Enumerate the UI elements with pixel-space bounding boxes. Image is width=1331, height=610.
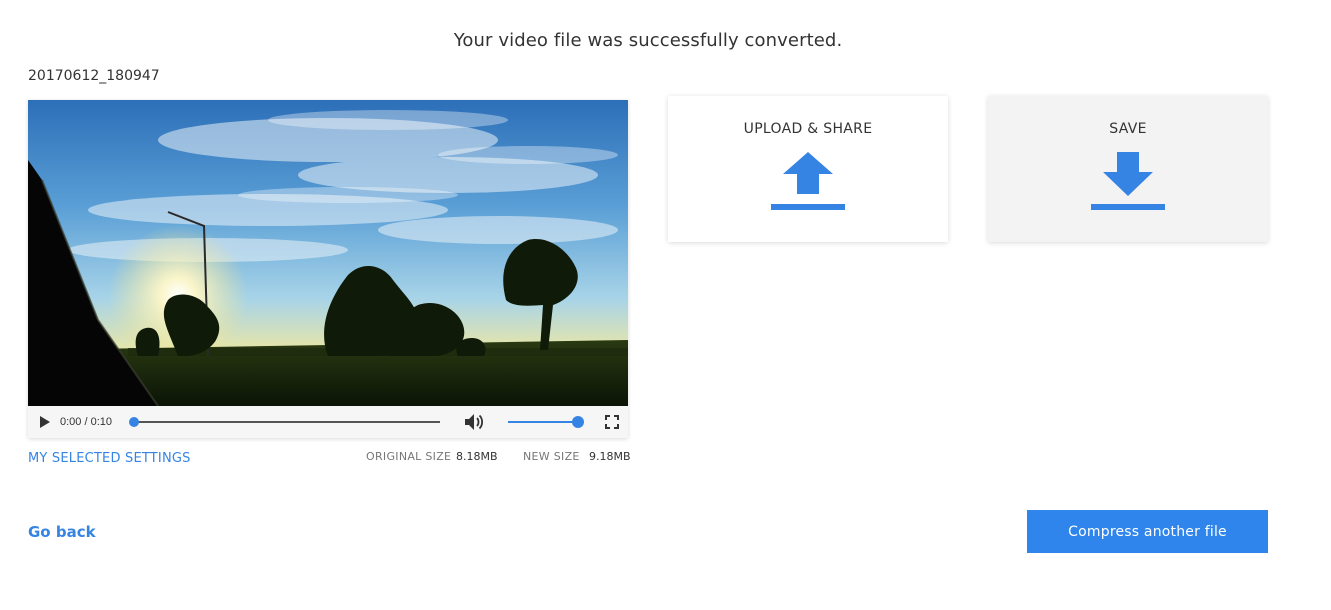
time-separator: /	[81, 416, 91, 428]
original-size-label: ORIGINAL SIZE	[366, 450, 452, 463]
fullscreen-button[interactable]	[601, 406, 623, 438]
conversion-result-page: Your video file was successfully convert…	[0, 0, 1331, 610]
video-preview[interactable]	[28, 100, 628, 406]
page-title: Your video file was successfully convert…	[453, 30, 843, 51]
volume-slider[interactable]	[508, 416, 584, 428]
current-time: 0:00	[60, 416, 82, 428]
new-size-value: 9.18MB	[589, 450, 631, 463]
my-selected-settings-link[interactable]: MY SELECTED SETTINGS	[28, 451, 191, 466]
file-name: 20170612_180947	[28, 68, 160, 84]
play-icon	[40, 416, 50, 428]
save-button[interactable]: SAVE	[988, 96, 1268, 242]
mute-button[interactable]	[462, 406, 486, 438]
play-button[interactable]	[34, 406, 56, 438]
upload-icon	[771, 152, 845, 210]
progress-bar[interactable]	[129, 417, 440, 427]
video-player[interactable]: 0:00 / 0:10	[28, 100, 628, 438]
volume-level	[508, 421, 578, 423]
original-size-value: 8.18MB	[456, 450, 498, 463]
volume-icon	[465, 414, 484, 430]
volume-handle[interactable]	[572, 416, 584, 428]
compress-another-file-button[interactable]: Compress another file	[1027, 510, 1268, 553]
upload-share-button[interactable]: UPLOAD & SHARE	[668, 96, 948, 242]
save-label: SAVE	[1109, 121, 1147, 137]
go-back-link[interactable]: Go back	[28, 523, 96, 541]
upload-share-label: UPLOAD & SHARE	[743, 121, 873, 137]
download-icon	[1091, 152, 1165, 210]
progress-handle[interactable]	[129, 417, 139, 427]
player-controls: 0:00 / 0:10	[28, 406, 628, 438]
video-frame-image	[28, 100, 628, 406]
duration: 0:10	[90, 416, 113, 428]
fullscreen-icon	[605, 415, 619, 429]
time-display: 0:00 / 0:10	[60, 406, 112, 438]
new-size-label: NEW SIZE	[523, 450, 580, 463]
conversion-meta: MY SELECTED SETTINGS ORIGINAL SIZE 8.18M…	[28, 450, 631, 468]
